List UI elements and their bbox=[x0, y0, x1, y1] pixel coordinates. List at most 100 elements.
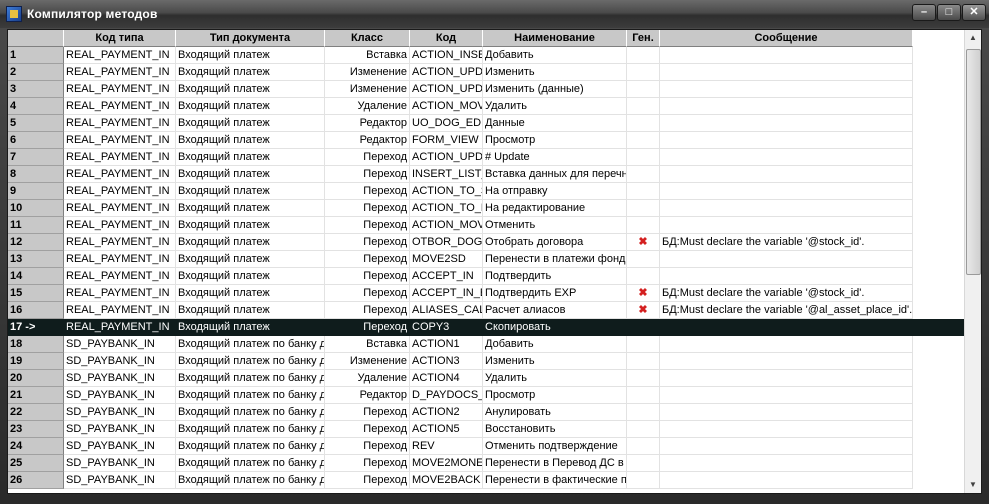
doc-type-cell[interactable]: Входящий платеж bbox=[176, 285, 325, 302]
table-row[interactable]: 14 REAL_PAYMENT_IN Входящий платеж Переход A… bbox=[8, 268, 966, 285]
name-cell[interactable]: На отправку bbox=[483, 183, 627, 200]
table-row[interactable]: 4 REAL_PAYMENT_IN Входящий платеж Удаление A… bbox=[8, 98, 966, 115]
gen-cell[interactable] bbox=[627, 404, 660, 421]
header-type-code[interactable]: Код типа bbox=[64, 30, 176, 47]
code-cell[interactable]: ACTION_UPD bbox=[410, 149, 483, 166]
table-row[interactable]: 10 REAL_PAYMENT_IN Входящий платеж Переход A… bbox=[8, 200, 966, 217]
name-cell[interactable]: Изменить (данные) bbox=[483, 81, 627, 98]
message-cell[interactable] bbox=[660, 268, 913, 285]
table-row[interactable]: 5 REAL_PAYMENT_IN Входящий платеж Редактор U… bbox=[8, 115, 966, 132]
name-cell[interactable]: Скопировать bbox=[483, 319, 627, 336]
header-rownum[interactable] bbox=[8, 30, 64, 47]
name-cell[interactable]: На редактирование bbox=[483, 200, 627, 217]
message-cell[interactable] bbox=[660, 166, 913, 183]
vertical-scrollbar[interactable]: ▲ ▼ bbox=[964, 30, 981, 493]
type-code-cell[interactable]: REAL_PAYMENT_IN bbox=[64, 98, 176, 115]
name-cell[interactable]: Просмотр bbox=[483, 387, 627, 404]
table-row[interactable]: 16 REAL_PAYMENT_IN Входящий платеж Переход A… bbox=[8, 302, 966, 319]
code-cell[interactable]: ACCEPT_IN bbox=[410, 268, 483, 285]
class-cell[interactable]: Переход bbox=[325, 200, 410, 217]
header-gen[interactable]: Ген. bbox=[627, 30, 660, 47]
class-cell[interactable]: Переход bbox=[325, 404, 410, 421]
close-button[interactable]: ✕ bbox=[962, 4, 986, 21]
table-row[interactable]: 7 REAL_PAYMENT_IN Входящий платеж Переход AC… bbox=[8, 149, 966, 166]
doc-type-cell[interactable]: Входящий платеж bbox=[176, 47, 325, 64]
gen-cell[interactable] bbox=[627, 166, 660, 183]
type-code-cell[interactable]: REAL_PAYMENT_IN bbox=[64, 234, 176, 251]
message-cell[interactable] bbox=[660, 319, 913, 336]
doc-type-cell[interactable]: Входящий платеж по банку д bbox=[176, 336, 325, 353]
doc-type-cell[interactable]: Входящий платеж bbox=[176, 166, 325, 183]
row-number[interactable]: 3 bbox=[8, 81, 64, 98]
code-cell[interactable]: ACTION3 bbox=[410, 353, 483, 370]
scrollbar-thumb[interactable] bbox=[966, 49, 981, 275]
type-code-cell[interactable]: REAL_PAYMENT_IN bbox=[64, 319, 176, 336]
header-doc-type[interactable]: Тип документа bbox=[176, 30, 325, 47]
name-cell[interactable]: Данные bbox=[483, 115, 627, 132]
type-code-cell[interactable]: REAL_PAYMENT_IN bbox=[64, 166, 176, 183]
doc-type-cell[interactable]: Входящий платеж по банку д bbox=[176, 387, 325, 404]
doc-type-cell[interactable]: Входящий платеж bbox=[176, 268, 325, 285]
code-cell[interactable]: FORM_VIEW bbox=[410, 132, 483, 149]
type-code-cell[interactable]: REAL_PAYMENT_IN bbox=[64, 81, 176, 98]
message-cell[interactable] bbox=[660, 438, 913, 455]
doc-type-cell[interactable]: Входящий платеж bbox=[176, 81, 325, 98]
code-cell[interactable]: ACTION_UPD bbox=[410, 64, 483, 81]
name-cell[interactable]: Подтвердить bbox=[483, 268, 627, 285]
message-cell[interactable] bbox=[660, 455, 913, 472]
message-cell[interactable] bbox=[660, 370, 913, 387]
scroll-up-arrow-icon[interactable]: ▲ bbox=[965, 30, 981, 46]
code-cell[interactable]: ACTION1 bbox=[410, 336, 483, 353]
class-cell[interactable]: Переход bbox=[325, 234, 410, 251]
row-number[interactable]: 4 bbox=[8, 98, 64, 115]
gen-cell[interactable] bbox=[627, 64, 660, 81]
doc-type-cell[interactable]: Входящий платеж по банку д bbox=[176, 438, 325, 455]
name-cell[interactable]: Перенести в платежи фонда bbox=[483, 251, 627, 268]
type-code-cell[interactable]: SD_PAYBANK_IN bbox=[64, 404, 176, 421]
gen-cell[interactable] bbox=[627, 370, 660, 387]
class-cell[interactable]: Редактор bbox=[325, 115, 410, 132]
table-row[interactable]: 19 SD_PAYBANK_IN Входящий платеж по банку … bbox=[8, 353, 966, 370]
header-code[interactable]: Код bbox=[410, 30, 483, 47]
row-number[interactable]: 26 bbox=[8, 472, 64, 489]
class-cell[interactable]: Переход bbox=[325, 251, 410, 268]
table-row-selected[interactable]: 17 -> REAL_PAYMENT_IN Входящий платеж Перех… bbox=[8, 319, 966, 336]
methods-grid[interactable]: Код типа Тип документа Класс Код Наименовани… bbox=[7, 29, 982, 494]
name-cell[interactable]: Изменить bbox=[483, 353, 627, 370]
doc-type-cell[interactable]: Входящий платеж bbox=[176, 302, 325, 319]
gen-cell[interactable]: ✖ bbox=[627, 302, 660, 319]
gen-cell[interactable]: ✖ bbox=[627, 234, 660, 251]
maximize-button[interactable]: □ bbox=[937, 4, 961, 21]
row-number[interactable]: 16 bbox=[8, 302, 64, 319]
type-code-cell[interactable]: SD_PAYBANK_IN bbox=[64, 438, 176, 455]
class-cell[interactable]: Вставка bbox=[325, 336, 410, 353]
class-cell[interactable]: Редактор bbox=[325, 387, 410, 404]
gen-cell[interactable] bbox=[627, 268, 660, 285]
gen-cell[interactable] bbox=[627, 149, 660, 166]
type-code-cell[interactable]: REAL_PAYMENT_IN bbox=[64, 200, 176, 217]
class-cell[interactable]: Переход bbox=[325, 319, 410, 336]
class-cell[interactable]: Изменение bbox=[325, 81, 410, 98]
code-cell[interactable]: UO_DOG_EDI bbox=[410, 115, 483, 132]
gen-cell[interactable] bbox=[627, 455, 660, 472]
gen-cell[interactable] bbox=[627, 387, 660, 404]
type-code-cell[interactable]: SD_PAYBANK_IN bbox=[64, 455, 176, 472]
table-row[interactable]: 15 REAL_PAYMENT_IN Входящий платеж Переход A… bbox=[8, 285, 966, 302]
code-cell[interactable]: ACTION_UPD bbox=[410, 81, 483, 98]
name-cell[interactable]: Добавить bbox=[483, 47, 627, 64]
name-cell[interactable]: Расчет алиасов bbox=[483, 302, 627, 319]
gen-cell[interactable] bbox=[627, 81, 660, 98]
doc-type-cell[interactable]: Входящий платеж bbox=[176, 200, 325, 217]
gen-cell[interactable]: ✖ bbox=[627, 285, 660, 302]
name-cell[interactable]: Перенести в фактические п bbox=[483, 472, 627, 489]
type-code-cell[interactable]: REAL_PAYMENT_IN bbox=[64, 64, 176, 81]
name-cell[interactable]: Удалить bbox=[483, 370, 627, 387]
name-cell[interactable]: Подтвердить EXP bbox=[483, 285, 627, 302]
row-number[interactable]: 13 bbox=[8, 251, 64, 268]
doc-type-cell[interactable]: Входящий платеж bbox=[176, 64, 325, 81]
message-cell[interactable] bbox=[660, 421, 913, 438]
row-number[interactable]: 19 bbox=[8, 353, 64, 370]
doc-type-cell[interactable]: Входящий платеж по банку д bbox=[176, 370, 325, 387]
class-cell[interactable]: Удаление bbox=[325, 370, 410, 387]
type-code-cell[interactable]: REAL_PAYMENT_IN bbox=[64, 268, 176, 285]
